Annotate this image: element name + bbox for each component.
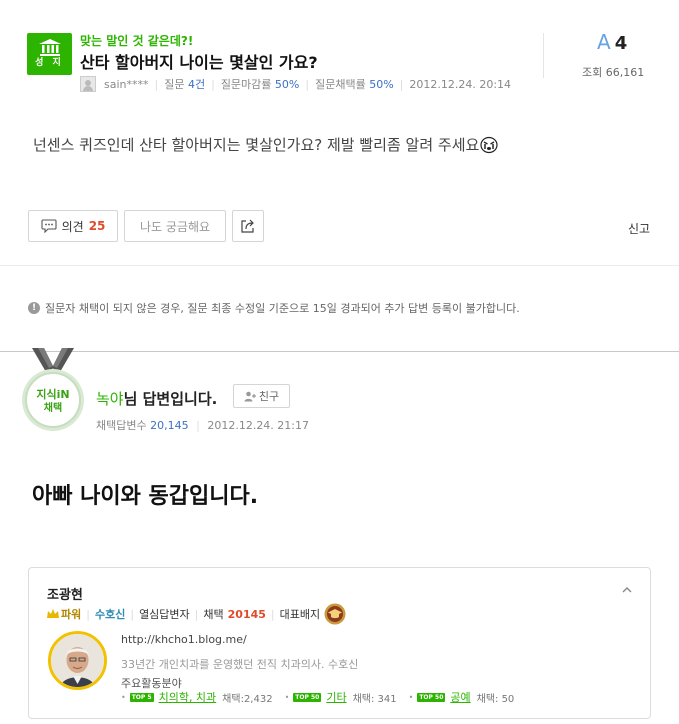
adopt-count: 20,145 [150,419,189,432]
question-body: 넌센스 퀴즈인데 산타 할아버지는 몇살인가요? 제발 빨리좀 알려 주세요 [33,134,498,155]
field-item: • TOP 50 기타 채택: 341 [284,689,397,705]
jisikin-medal-icon: 지식iN 채택 [22,348,84,431]
answer-meta: 채택답변수 20,145 | 2012.12.24. 21:17 [96,419,310,432]
activity-fields: • TOP 5 치의학, 치과 채택:2,432 • TOP 50 기타 채택: 3… [121,689,526,705]
answer-count: A4 [597,30,627,54]
opinion-button[interactable]: 의견 25 [28,210,118,242]
profile-name[interactable]: 조광현 [47,584,83,603]
friend-label: 친구 [258,390,280,403]
adopt-rate: 50% [369,77,394,91]
adopt-rate-label: 질문채택률 [315,78,366,91]
opinion-label: 의견 [61,219,84,234]
question-count-label: 질문 [164,78,185,91]
question-title: 산타 할아버지 나이는 몇살인 가요? [80,53,318,72]
crying-face-icon [480,136,498,153]
field-link[interactable]: 기타 [326,689,346,705]
close-rate-label: 질문마감률 [220,78,272,91]
rep-badge-label: 대표배지 [279,608,321,621]
info-icon: ! [28,302,40,314]
top-badge: TOP 5 [129,692,154,702]
medal-sub: 채택 [44,401,62,414]
profile-tags: 파워 | 수호신 | 열심답변자 | 채택 20145 | 대표배지 [47,603,346,625]
guardian-tag: 수호신 [94,608,126,621]
author-name[interactable]: sain**** [104,78,149,91]
adopt-count-label: 채택답변수 [96,419,147,432]
report-link[interactable]: 신고 [628,220,650,237]
answer-mark: A [597,30,611,54]
answerer-name[interactable]: 녹야 [96,390,124,408]
answer-divider [0,351,679,352]
crown-icon [47,609,59,618]
answer-notice: ! 질문자 채택이 되지 않은 경우, 질문 최종 수정일 기준으로 15일 경… [28,300,520,316]
profile-adopt-count: 20145 [227,607,266,621]
view-count: 조회 66,161 [582,66,645,79]
share-button[interactable] [232,210,264,242]
top-badge: TOP 50 [417,692,446,702]
field-count: 채택:2,432 [222,693,273,705]
field-count: 채택: 341 [352,693,397,705]
badge-label: 성 지 [35,58,64,68]
question-count: 4건 [187,78,206,91]
answer-body: 아빠 나이와 동갑입니다. [32,484,259,509]
header-divider [543,33,544,78]
notice-text: 질문자 채택이 되지 않은 경우, 질문 최종 수정일 기준으로 15일 경과되… [45,302,520,315]
answer-date: 2012.12.24. 21:17 [207,419,310,432]
close-rate: 50% [274,77,300,91]
profile-adopt-label: 채택 [203,608,224,621]
bank-icon [38,39,61,56]
answerer-title: 녹야님 답변입니다. [96,388,217,409]
question-subtitle: 맞는 말인 것 같은데?! [80,34,194,48]
chevron-up-icon[interactable] [622,586,632,593]
power-tag: 파워 [61,608,82,621]
profile-description: 33년간 개인치과를 운영했던 전직 치과의사. 수호신 [121,658,359,671]
question-body-text: 넌센스 퀴즈인데 산타 할아버지는 몇살인가요? 제발 빨리좀 알려 주세요 [33,136,480,154]
sage-badge: 성 지 [27,33,72,75]
answerer-suffix: 님 답변입니다. [123,390,218,408]
field-item: • TOP 5 치의학, 치과 채택:2,432 [121,689,273,705]
answer-count-number: 4 [614,33,628,54]
field-link[interactable]: 치의학, 치과 [159,689,217,705]
top-badge: TOP 50 [293,692,322,702]
field-item: • TOP 50 공예 채택: 50 [408,689,515,705]
profile-photo[interactable] [48,631,107,690]
field-link[interactable]: 공예 [450,689,470,705]
share-icon [241,219,254,233]
add-friend-button[interactable]: 친구 [233,384,290,408]
add-person-icon [244,391,256,401]
graduation-badge-icon[interactable] [324,603,346,625]
author-avatar[interactable] [80,76,96,92]
profile-blog-link[interactable]: http://khcho1.blog.me/ [121,633,247,646]
level-tag: 열심답변자 [139,608,190,621]
question-meta: sain**** | 질문 4건 | 질문마감률 50% | 질문채택률 50%… [80,76,511,92]
curious-button[interactable]: 나도 궁금해요 [124,210,226,242]
question-date: 2012.12.24. 20:14 [409,77,512,91]
medal-text: 지식iN [36,387,69,401]
person-photo-icon [51,634,104,687]
opinion-count: 25 [88,219,106,233]
speech-bubble-icon [41,219,57,233]
field-count: 채택: 50 [476,693,515,705]
divider [0,265,679,266]
